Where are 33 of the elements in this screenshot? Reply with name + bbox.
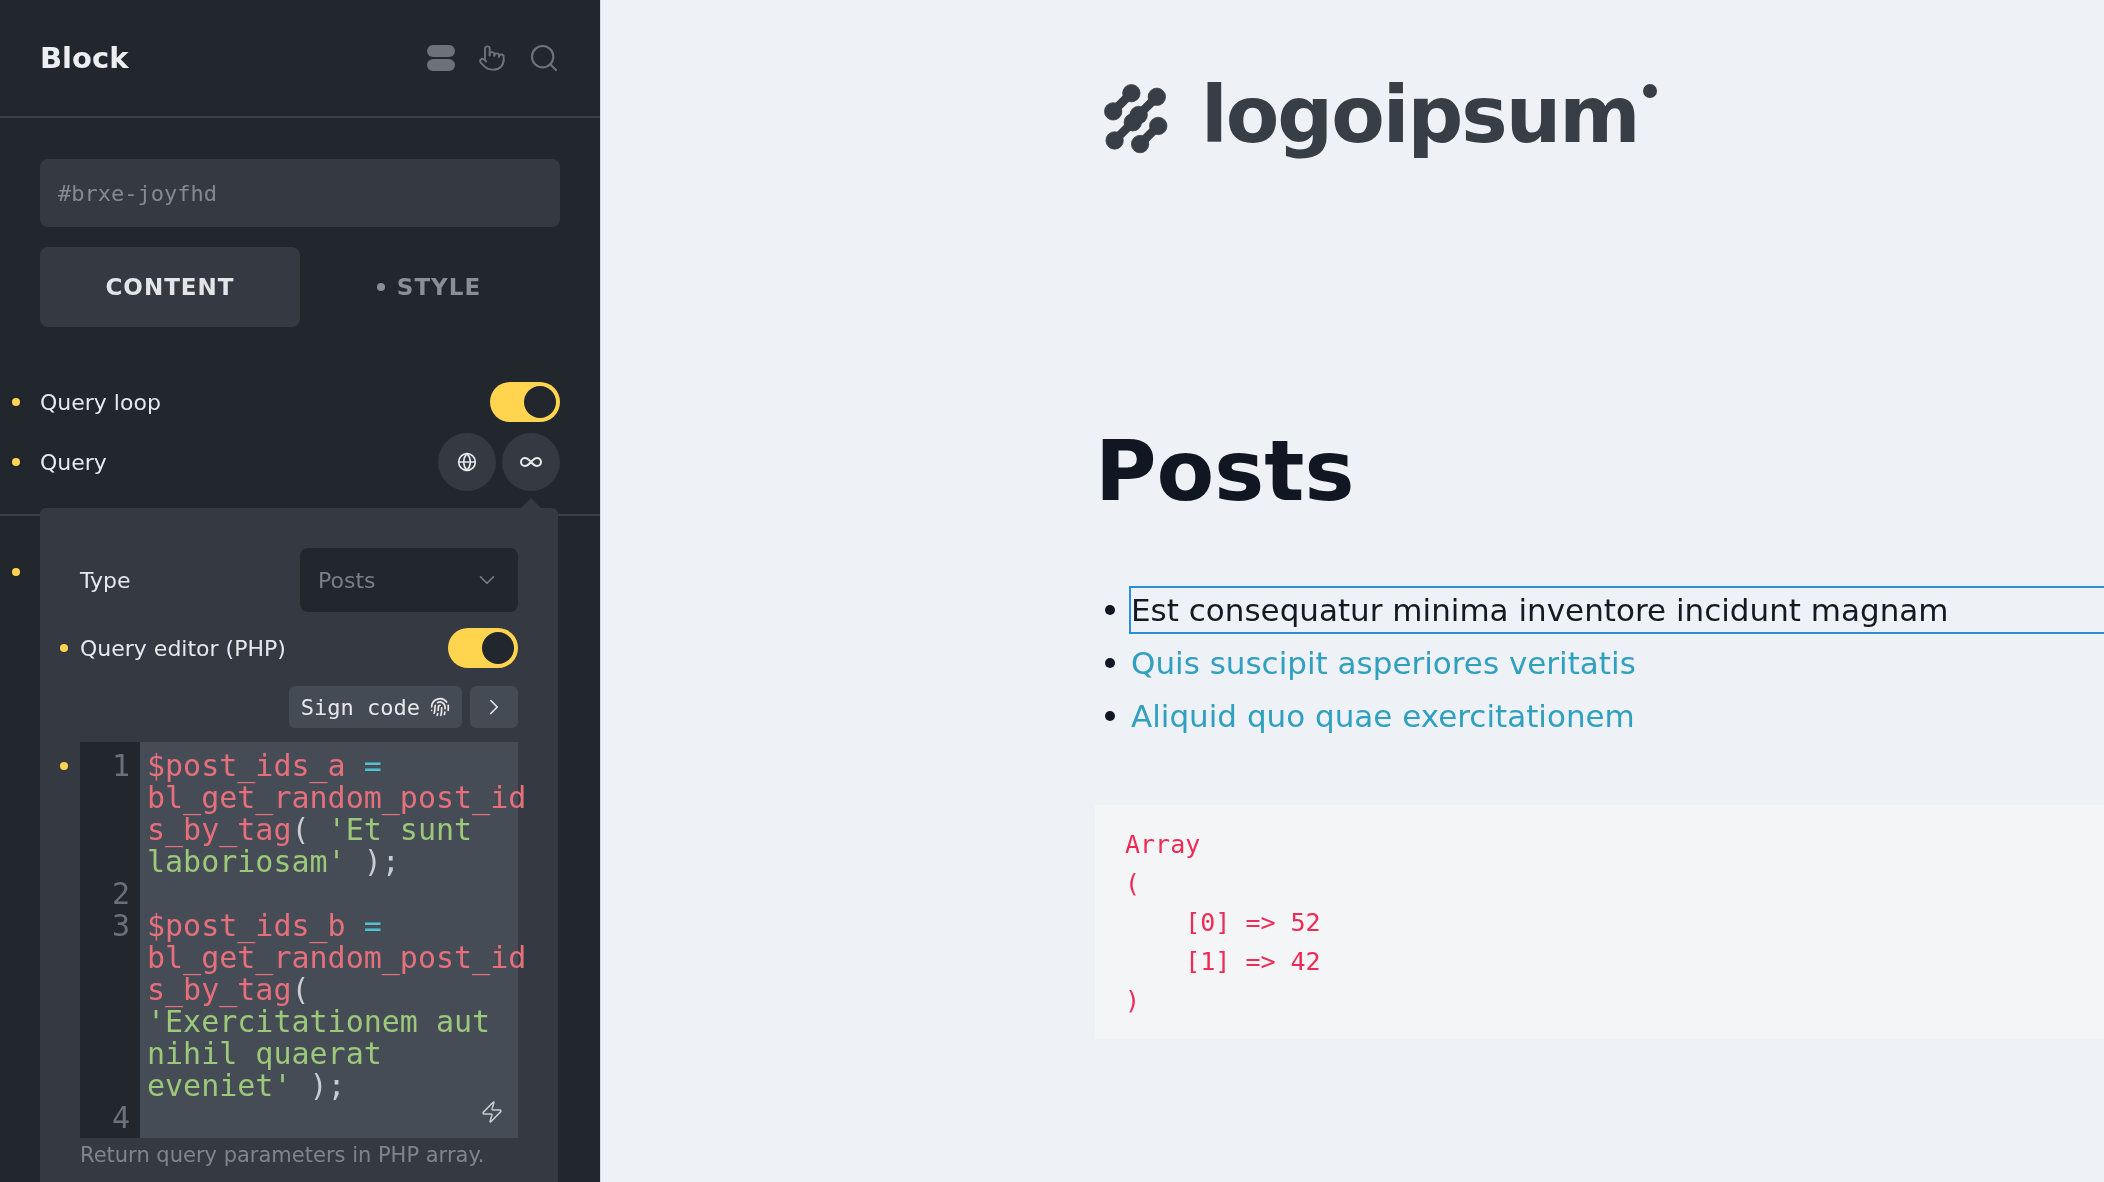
- page-heading: Posts: [1095, 421, 1356, 521]
- type-select[interactable]: Posts: [300, 548, 518, 612]
- array-output: Array ( [0] => 52 [1] => 42 ): [1095, 805, 2104, 1039]
- setting-label: Query editor (PHP): [80, 635, 286, 661]
- logo-dot-icon: [1642, 84, 1657, 98]
- help-text: Return query parameters in PHP array.: [80, 1142, 486, 1168]
- code-line: $post_ids_a = bl_get_random_post_ids_by_tag( 'Et sunt laboriosam' );: [147, 750, 527, 878]
- globe-icon: [457, 452, 477, 472]
- sign-code-button[interactable]: Sign code: [288, 686, 462, 728]
- line-number: 3: [111, 908, 130, 943]
- stack-icon[interactable]: [426, 43, 456, 73]
- code-line: $post_ids_b = bl_get_random_post_ids_by_tag( 'Exercitationem aut nihil quaerat eveniet' );: [147, 910, 527, 1102]
- setting-label: Query: [40, 449, 107, 475]
- toggle-switch[interactable]: [448, 628, 518, 668]
- logo-text: logoipsum: [1201, 70, 1639, 160]
- bullet-icon: [1105, 710, 1115, 721]
- panel-tab[interactable]: STYLE: [300, 247, 558, 327]
- line-number: 1: [111, 748, 130, 783]
- toggle-switch[interactable]: [490, 382, 560, 422]
- search-icon[interactable]: [528, 42, 560, 74]
- setting-label: Type: [80, 567, 131, 593]
- bullet-icon: [1105, 657, 1115, 668]
- post-link[interactable]: Est consequatur minima inventore incidunt magnam: [1129, 585, 2104, 634]
- line-number: 4: [111, 1100, 130, 1135]
- panel-title: Block: [40, 41, 129, 75]
- bullet-icon: [1105, 604, 1115, 615]
- id-field[interactable]: #brxe-joyfhd: [40, 159, 560, 227]
- setting-label: Query loop: [40, 389, 161, 415]
- panel-tab[interactable]: CONTENT: [40, 247, 300, 327]
- fingerprint-icon: [430, 697, 450, 717]
- line-number: 2: [111, 876, 130, 911]
- pointer-icon[interactable]: [478, 44, 506, 72]
- lightning-icon[interactable]: [480, 1100, 504, 1124]
